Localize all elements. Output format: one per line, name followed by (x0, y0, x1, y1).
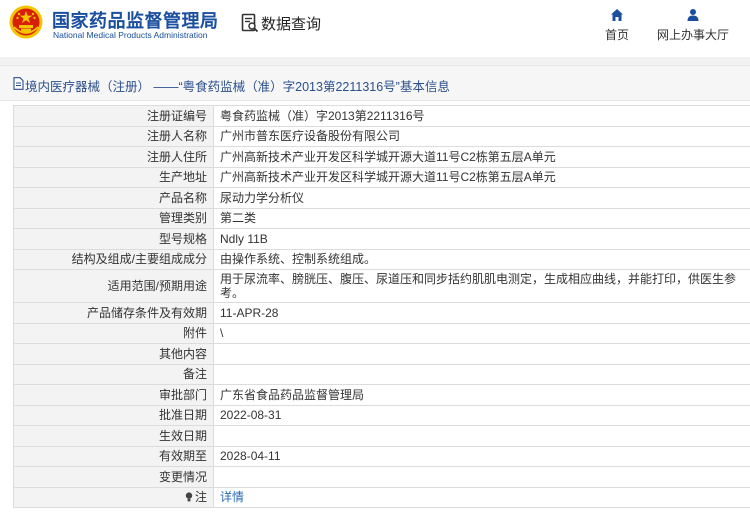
row-label: 型号规格 (13, 228, 214, 250)
table-row: 有效期至 2028-04-11 (13, 445, 750, 467)
row-value: 广州高新技术产业开发区科学城开源大道11号C2栋第五层A单元 (213, 146, 750, 168)
row-label: 变更情况 (13, 466, 214, 488)
table-row: 生效日期 (13, 425, 750, 447)
row-label: 管理类别 (13, 207, 214, 229)
nav-online-service-hall[interactable]: 网上办事大厅 (654, 8, 732, 43)
home-icon (611, 9, 623, 21)
row-value (213, 425, 750, 447)
header-divider (0, 57, 750, 65)
row-label: 其他内容 (13, 343, 214, 365)
row-value: 第二类 (213, 207, 750, 229)
detail-table: 注册证编号 粤食药监械（准）字2013第2211316号 注册人名称 广州市普东… (13, 105, 750, 508)
row-value: 广州市普东医疗设备股份有限公司 (213, 125, 750, 147)
row-value: \ (213, 322, 750, 344)
row-label: 适用范围/预期用途 (13, 269, 214, 303)
site-header: 国家药品监督管理局 National Medical Products Admi… (0, 0, 750, 54)
row-label: 批准日期 (13, 404, 214, 426)
row-value: 尿动力学分析仪 (213, 187, 750, 209)
row-label: 产品名称 (13, 187, 214, 209)
note-label-cell: 注 (13, 486, 214, 508)
row-value: 详情 (213, 486, 750, 508)
row-label: 注册人名称 (13, 125, 214, 147)
row-label: 注册证编号 (13, 105, 214, 127)
document-icon (13, 77, 24, 90)
row-value: 由操作系统、控制系统组成。 (213, 248, 750, 270)
table-row: 生产地址 广州高新技术产业开发区科学城开源大道11号C2栋第五层A单元 (13, 166, 750, 188)
row-value (213, 363, 750, 385)
row-label: 注 (194, 490, 207, 505)
table-row: 注 详情 (13, 486, 750, 508)
nav-hall-label: 网上办事大厅 (656, 28, 729, 42)
nav-home[interactable]: 首页 (600, 8, 634, 43)
row-label: 有效期至 (13, 445, 214, 467)
record-title: 境内医疗器械（注册） ——“粤食药监械（准）字2013第2211316号”基本信… (25, 80, 450, 94)
row-label: 附件 (13, 322, 214, 344)
row-value (213, 343, 750, 365)
document-search-icon (241, 13, 259, 33)
table-row: 注册证编号 粤食药监械（准）字2013第2211316号 (13, 105, 750, 127)
row-value: 用于尿流率、膀胱压、腹压、尿道压和同步括约肌肌电测定，生成相应曲线，并能打印，供… (213, 269, 750, 303)
row-value: Ndly 11B (213, 228, 750, 250)
lightbulb-icon (185, 492, 193, 502)
row-label: 生产地址 (13, 166, 214, 188)
row-value: 广东省食品药品监督管理局 (213, 384, 750, 406)
row-value: 粤食药监械（准）字2013第2211316号 (213, 105, 750, 127)
table-row: 附件 \ (13, 322, 750, 344)
table-row: 管理类别 第二类 (13, 207, 750, 229)
row-value: 2022-08-31 (213, 404, 750, 426)
row-label: 审批部门 (13, 384, 214, 406)
table-row: 注册人名称 广州市普东医疗设备股份有限公司 (13, 125, 750, 147)
row-label: 注册人住所 (13, 146, 214, 168)
table-row: 产品储存条件及有效期 11-APR-28 (13, 302, 750, 324)
data-query-link[interactable]: 数据查询 (241, 12, 321, 34)
data-query-label: 数据查询 (261, 15, 322, 33)
table-row: 结构及组成/主要组成成分 由操作系统、控制系统组成。 (13, 248, 750, 270)
table-row: 注册人住所 广州高新技术产业开发区科学城开源大道11号C2栋第五层A单元 (13, 146, 750, 168)
record-title-bar: 境内医疗器械（注册） ——“粤食药监械（准）字2013第2211316号”基本信… (0, 65, 750, 101)
table-row: 变更情况 (13, 466, 750, 488)
details-link[interactable]: 详情 (220, 490, 244, 504)
row-value (213, 466, 750, 488)
nav-home-label: 首页 (604, 28, 629, 42)
table-row: 产品名称 尿动力学分析仪 (13, 187, 750, 209)
table-row: 批准日期 2022-08-31 (13, 404, 750, 426)
table-row: 审批部门 广东省食品药品监督管理局 (13, 384, 750, 406)
national-emblem-icon (9, 5, 43, 39)
table-row: 型号规格 Ndly 11B (13, 228, 750, 250)
row-value: 广州高新技术产业开发区科学城开源大道11号C2栋第五层A单元 (213, 166, 750, 188)
row-value: 2028-04-11 (213, 445, 750, 467)
row-label: 产品储存条件及有效期 (13, 302, 214, 324)
row-value: 11-APR-28 (213, 302, 750, 324)
user-icon (687, 9, 699, 21)
row-label: 生效日期 (13, 425, 214, 447)
table-row: 适用范围/预期用途 用于尿流率、膀胱压、腹压、尿道压和同步括约肌肌电测定，生成相… (13, 269, 750, 303)
row-label: 结构及组成/主要组成成分 (13, 248, 214, 270)
table-row: 其他内容 (13, 343, 750, 365)
table-row: 备注 (13, 363, 750, 385)
brand-name-en: National Medical Products Administration (53, 30, 208, 40)
row-label: 备注 (13, 363, 214, 385)
